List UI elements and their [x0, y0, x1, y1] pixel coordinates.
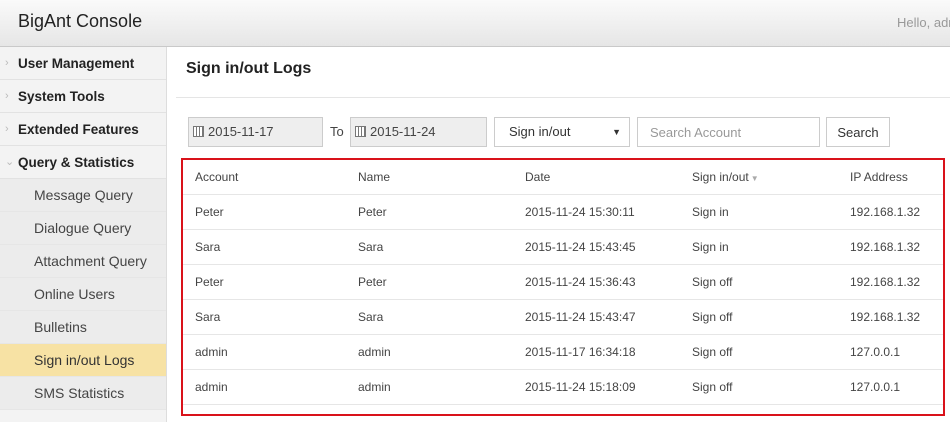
sidebar-item-user-management[interactable]: › User Management [0, 47, 166, 80]
table-row: admin admin 2015-11-24 15:18:09 Sign off… [183, 369, 943, 405]
sidebar-item-sms-statistics[interactable]: SMS Statistics [0, 377, 166, 410]
table-header-row: Account Name Date Sign in/out ▼ IP Addres… [183, 160, 943, 195]
search-account-input[interactable] [637, 117, 820, 147]
cell-name: Sara [358, 299, 525, 335]
cell-sign-type: Sign in [692, 194, 850, 230]
table-row: Peter Peter 2015-11-24 15:30:11 Sign in … [183, 194, 943, 230]
cell-name: Peter [358, 264, 525, 300]
sort-caret-icon: ▼ [750, 174, 759, 183]
sidebar-item-label: Extended Features [18, 122, 139, 137]
cell-name: Sara [358, 229, 525, 265]
column-header-sign-in-out[interactable]: Sign in/out ▼ [692, 160, 850, 195]
cell-sign-type: Sign off [692, 264, 850, 300]
sidebar-item-query-statistics[interactable]: ⌄ Query & Statistics [0, 146, 166, 179]
cell-ip-address: 192.168.1.32 [850, 264, 943, 300]
sign-type-value: Sign in/out [509, 124, 571, 139]
cell-date: 2015-11-24 15:43:45 [525, 229, 692, 265]
cell-account: Peter [183, 194, 358, 230]
cell-name: admin [358, 334, 525, 370]
cell-date: 2015-11-24 15:30:11 [525, 194, 692, 230]
cell-account: admin [183, 404, 358, 414]
column-header-ip-address: IP Address [850, 160, 943, 195]
sidebar-item-dialogue-query[interactable]: Dialogue Query [0, 212, 166, 245]
sign-type-select[interactable]: Sign in/out ▼ [494, 117, 630, 147]
cell-ip-address: 127.0.0.1 [850, 404, 943, 414]
page-title: Sign in/out Logs [186, 60, 312, 77]
table-row: Peter Peter 2015-11-24 15:36:43 Sign off… [183, 264, 943, 300]
chevron-right-icon: › [5, 123, 9, 135]
sidebar-item-system-tools[interactable]: › System Tools [0, 80, 166, 113]
cell-sign-type: Sign off [692, 369, 850, 405]
cell-account: Peter [183, 264, 358, 300]
cell-ip-address: 192.168.1.32 [850, 299, 943, 335]
cell-date: 2015-11-24 15:43:47 [525, 299, 692, 335]
caret-down-icon: ▼ [612, 127, 621, 137]
sidebar: › User Management › System Tools › Exten… [0, 47, 167, 422]
column-header-label: Sign in/out [692, 170, 749, 184]
cell-date: 2015-11-24 15:18:09 [525, 369, 692, 405]
sidebar-item-label: User Management [18, 56, 135, 71]
user-greeting[interactable]: Hello, admin [897, 15, 950, 30]
sidebar-item-sign-in-out-logs[interactable]: Sign in/out Logs [0, 344, 166, 377]
cell-account: Sara [183, 229, 358, 265]
cell-sign-type: Sign off [692, 334, 850, 370]
sidebar-item-label: System Tools [18, 89, 105, 104]
logs-table: Account Name Date Sign in/out ▼ IP Addres… [181, 158, 945, 416]
column-header-date: Date [525, 160, 692, 195]
sidebar-item-label: Query & Statistics [18, 155, 135, 170]
table-row: admin admin 2015-11-17 16:34:18 Sign off… [183, 334, 943, 370]
date-to-value: 2015-11-24 [370, 124, 436, 139]
cell-ip-address: 192.168.1.32 [850, 229, 943, 265]
table-row: Sara Sara 2015-11-24 15:43:45 Sign in 19… [183, 229, 943, 265]
cell-sign-type: Sign in [692, 229, 850, 265]
cell-date: 2015-11-24 15:28:49 [525, 404, 692, 414]
cell-account: admin [183, 334, 358, 370]
sidebar-item-extended-features[interactable]: › Extended Features [0, 113, 166, 146]
cell-ip-address: 192.168.1.32 [850, 194, 943, 230]
column-header-name: Name [358, 160, 525, 195]
chevron-right-icon: › [5, 57, 9, 69]
chevron-right-icon: › [5, 90, 9, 102]
divider [176, 97, 950, 98]
search-button[interactable]: Search [826, 117, 890, 147]
sidebar-item-bulletins[interactable]: Bulletins [0, 311, 166, 344]
cell-date: 2015-11-17 16:34:18 [525, 334, 692, 370]
sidebar-item-online-users[interactable]: Online Users [0, 278, 166, 311]
cell-ip-address: 127.0.0.1 [850, 334, 943, 370]
cell-sign-type: Sign off [692, 404, 850, 414]
cell-name: Peter [358, 194, 525, 230]
date-from-value: 2015-11-17 [208, 124, 274, 139]
sidebar-item-message-query[interactable]: Message Query [0, 179, 166, 212]
cell-name: admin [358, 369, 525, 405]
calendar-icon [355, 126, 366, 137]
table-row: Sara Sara 2015-11-24 15:43:47 Sign off 1… [183, 299, 943, 335]
date-from-field[interactable]: 2015-11-17 [188, 117, 323, 147]
cell-name: admin [358, 404, 525, 414]
cell-ip-address: 127.0.0.1 [850, 369, 943, 405]
cell-date: 2015-11-24 15:36:43 [525, 264, 692, 300]
table-row: admin admin 2015-11-24 15:28:49 Sign off… [183, 404, 943, 414]
cell-account: Sara [183, 299, 358, 335]
date-range-to-label: To [330, 124, 344, 139]
calendar-icon [193, 126, 204, 137]
cell-sign-type: Sign off [692, 299, 850, 335]
top-bar: BigAnt Console Hello, admin [0, 0, 950, 47]
app-title: BigAnt Console [18, 11, 143, 31]
chevron-down-icon: ⌄ [5, 156, 15, 168]
date-to-field[interactable]: 2015-11-24 [350, 117, 487, 147]
column-header-account: Account [183, 160, 358, 195]
sidebar-item-attachment-query[interactable]: Attachment Query [0, 245, 166, 278]
cell-account: admin [183, 369, 358, 405]
